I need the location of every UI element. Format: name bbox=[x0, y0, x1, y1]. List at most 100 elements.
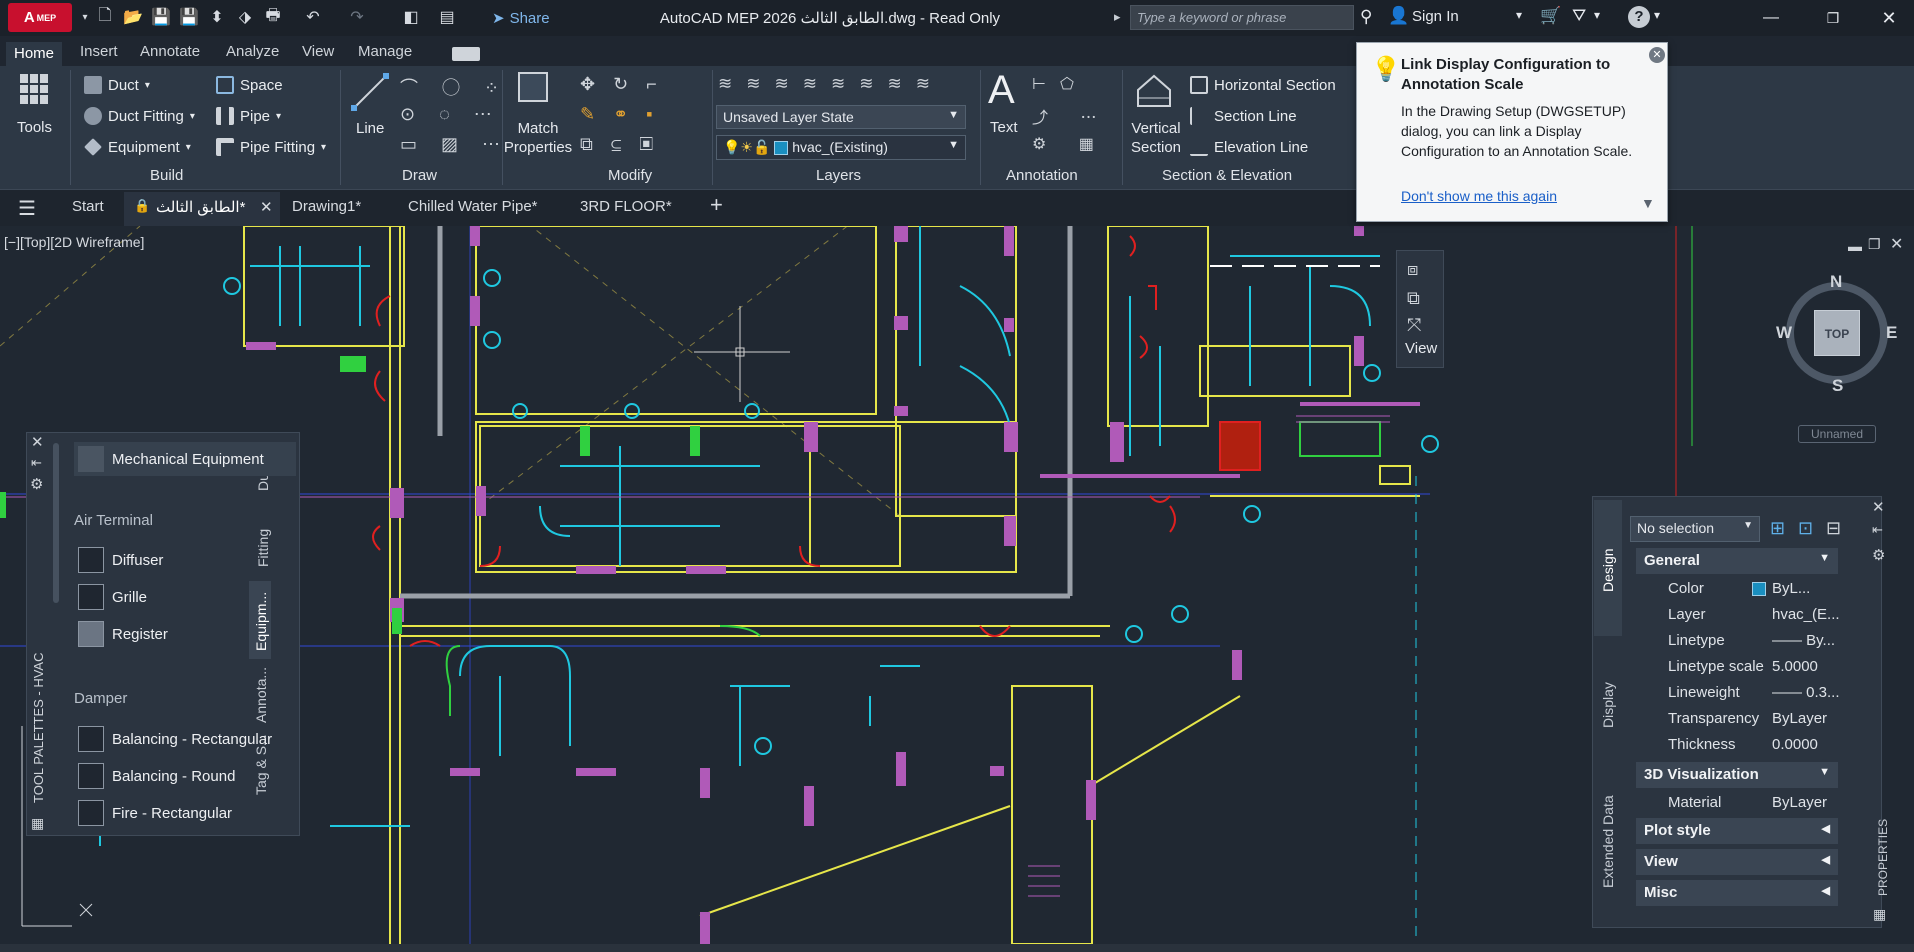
autohide-icon[interactable]: ⇤ bbox=[1872, 522, 1883, 538]
pipe-fitting-button[interactable]: Pipe Fitting ▾ bbox=[216, 138, 326, 156]
compass-north[interactable]: N bbox=[1830, 272, 1842, 292]
prop-tab-display[interactable]: Display bbox=[1600, 682, 1616, 728]
palette-item-grille[interactable]: Grille bbox=[78, 584, 147, 610]
text-button[interactable]: Text bbox=[990, 119, 1018, 136]
redo-icon[interactable]: ↷ bbox=[346, 5, 368, 29]
selection-select[interactable]: No selection ▼ bbox=[1630, 516, 1760, 542]
app-menu-button[interactable]: A MEP bbox=[8, 3, 72, 32]
palette-properties-icon[interactable]: ▦ bbox=[1873, 906, 1886, 923]
ucs-menu[interactable]: Unnamed bbox=[1798, 425, 1876, 443]
tab-annotate[interactable]: Annotate bbox=[132, 42, 208, 66]
chevron-right-icon[interactable]: ▸ bbox=[1114, 9, 1121, 25]
gear-icon[interactable]: ⚙ bbox=[30, 475, 43, 493]
section-line-button[interactable]: Section Line bbox=[1190, 107, 1297, 125]
file-tab-drawing1[interactable]: Drawing1* bbox=[292, 198, 361, 215]
save-icon[interactable]: 💾 bbox=[150, 5, 172, 29]
save-as-icon[interactable]: 💾 bbox=[178, 5, 200, 29]
compass-east[interactable]: E bbox=[1886, 323, 1897, 343]
chevron-down-icon[interactable]: ▼ bbox=[1641, 195, 1655, 211]
tools-icon[interactable] bbox=[20, 74, 50, 104]
duct-fitting-button[interactable]: Duct Fitting ▾ bbox=[84, 107, 195, 125]
autodesk-app-icon[interactable]: ⛛ bbox=[1572, 6, 1586, 26]
property-row[interactable]: Linetype —— By... bbox=[1640, 628, 1840, 654]
palette-properties-icon[interactable]: ▦ bbox=[31, 815, 44, 832]
section-plot-style[interactable]: Plot style ◀ bbox=[1636, 818, 1838, 844]
equipment-button[interactable]: Equipment ▾ bbox=[84, 138, 191, 156]
view-cube-icon[interactable]: ⧈ bbox=[1407, 259, 1443, 280]
viewport-controls[interactable]: [−][Top][2D Wireframe] bbox=[4, 234, 144, 250]
viewcube-top-face[interactable]: TOP bbox=[1814, 310, 1860, 356]
prop-tab-extended-data[interactable]: Extended Data bbox=[1600, 795, 1616, 888]
pickadd-icon[interactable]: ⊟ bbox=[1826, 518, 1841, 539]
palette-item-diffuser[interactable]: Diffuser bbox=[78, 547, 163, 573]
file-tab-current[interactable]: الطابق الثالث* bbox=[156, 198, 245, 216]
undo-icon[interactable]: ↶ bbox=[302, 5, 324, 29]
palette-item-register[interactable]: Register bbox=[78, 621, 168, 647]
modify-tools-row1[interactable]: ✥↻⌐ bbox=[580, 74, 675, 95]
draw-tools-row1[interactable]: ⌒◯⁘ bbox=[400, 74, 523, 100]
workspace-icon[interactable]: ▤ bbox=[436, 5, 458, 29]
close-icon[interactable]: ✕ bbox=[1874, 6, 1904, 30]
build-panel-title[interactable]: Build bbox=[150, 167, 183, 184]
line-button[interactable]: Line bbox=[356, 120, 384, 137]
section-general[interactable]: General ▼ bbox=[1636, 548, 1838, 574]
space-button[interactable]: Space bbox=[216, 76, 283, 94]
tab-manage[interactable]: Manage bbox=[350, 42, 420, 66]
ribbon-options-icon[interactable] bbox=[452, 47, 480, 61]
file-tab-3rd-floor[interactable]: 3RD FLOOR* bbox=[580, 198, 672, 215]
palette-item-fire-rectangular[interactable]: Fire - Rectangular bbox=[78, 800, 232, 826]
search-input[interactable]: Type a keyword or phrase bbox=[1130, 5, 1354, 30]
modify-tools-row2[interactable]: ✎⚭▪ bbox=[580, 104, 671, 125]
zoom-extents-icon[interactable]: ⤧ bbox=[1407, 315, 1443, 336]
chevron-down-icon[interactable]: ▾ bbox=[74, 5, 96, 29]
viewcube[interactable]: TOP N S W E bbox=[1776, 272, 1898, 395]
palette-scrollbar[interactable] bbox=[53, 443, 59, 603]
viewport-close-icon[interactable]: ✕ bbox=[1890, 234, 1903, 254]
section-view[interactable]: View ◀ bbox=[1636, 849, 1838, 875]
tools-button[interactable]: Tools bbox=[17, 119, 52, 136]
match-properties-button[interactable]: Match Properties bbox=[502, 119, 574, 157]
prop-tab-design[interactable]: Design bbox=[1600, 548, 1616, 592]
share-button[interactable]: ➤ Share bbox=[492, 6, 550, 30]
chevron-down-icon[interactable]: ▾ bbox=[1594, 8, 1600, 22]
compass-west[interactable]: W bbox=[1776, 323, 1792, 343]
hamburger-menu-icon[interactable]: ☰ bbox=[18, 196, 36, 221]
tab-analyze[interactable]: Analyze bbox=[218, 42, 287, 66]
gear-icon[interactable]: ⚙ bbox=[1872, 546, 1885, 564]
close-icon[interactable]: ✕ bbox=[1649, 47, 1665, 63]
close-icon[interactable]: ✕ bbox=[31, 433, 44, 451]
palette-item-balancing-round[interactable]: Balancing - Round bbox=[78, 763, 235, 789]
tab-home[interactable]: Home bbox=[6, 42, 63, 66]
vertical-section-button[interactable]: Vertical Section bbox=[1128, 119, 1184, 157]
property-row[interactable]: Thickness 0.0000 bbox=[1640, 732, 1840, 758]
draw-tools-row2[interactable]: ⊙◌⋯ bbox=[400, 104, 516, 125]
layer-state-select[interactable]: Unsaved Layer State ▼ bbox=[716, 105, 966, 129]
section-3d-visualization[interactable]: 3D Visualization ▼ bbox=[1636, 762, 1838, 788]
annotation-panel-title[interactable]: Annotation bbox=[1006, 167, 1078, 184]
file-tab-chilled-water[interactable]: Chilled Water Pipe* bbox=[408, 198, 538, 215]
property-row[interactable]: Lineweight —— 0.3... bbox=[1640, 680, 1840, 706]
section-panel-title[interactable]: Section & Elevation bbox=[1162, 167, 1292, 184]
modify-tools-row3[interactable]: ⧉⊆▣ bbox=[580, 134, 671, 155]
palette-tab-fitting[interactable]: Fitting bbox=[255, 529, 271, 567]
palette-tab-annotation[interactable]: Annota... bbox=[253, 667, 269, 723]
close-icon[interactable]: ✕ bbox=[260, 198, 273, 216]
tab-view[interactable]: View bbox=[294, 42, 342, 66]
open-folder-icon[interactable]: 📂 bbox=[122, 5, 144, 29]
close-icon[interactable]: ✕ bbox=[1872, 498, 1885, 516]
new-file-icon[interactable]: 🗋 bbox=[94, 5, 116, 29]
tab-insert[interactable]: Insert bbox=[72, 42, 126, 66]
layer-tools-icons[interactable]: ≋≋≋≋≋≋≋≋ bbox=[718, 74, 944, 94]
viewport-restore-icon[interactable]: ❐ bbox=[1868, 236, 1881, 253]
section-misc[interactable]: Misc ◀ bbox=[1636, 880, 1838, 906]
current-layer-select[interactable]: 💡☀🔓 hvac_(Existing) ▼ bbox=[716, 135, 966, 160]
modify-panel-title[interactable]: Modify bbox=[608, 167, 652, 184]
restore-icon[interactable]: ❐ bbox=[1818, 6, 1848, 30]
draw-panel-title[interactable]: Draw bbox=[402, 167, 437, 184]
duct-button[interactable]: Duct ▾ bbox=[84, 76, 150, 94]
viewport-minimize-icon[interactable]: ▬ bbox=[1848, 238, 1862, 254]
chevron-down-icon[interactable]: ▾ bbox=[1654, 8, 1660, 22]
search-icon[interactable]: ⚲ bbox=[1360, 7, 1372, 27]
elevation-line-button[interactable]: Elevation Line bbox=[1190, 138, 1308, 156]
property-row[interactable]: Linetype scale 5.0000 bbox=[1640, 654, 1840, 680]
